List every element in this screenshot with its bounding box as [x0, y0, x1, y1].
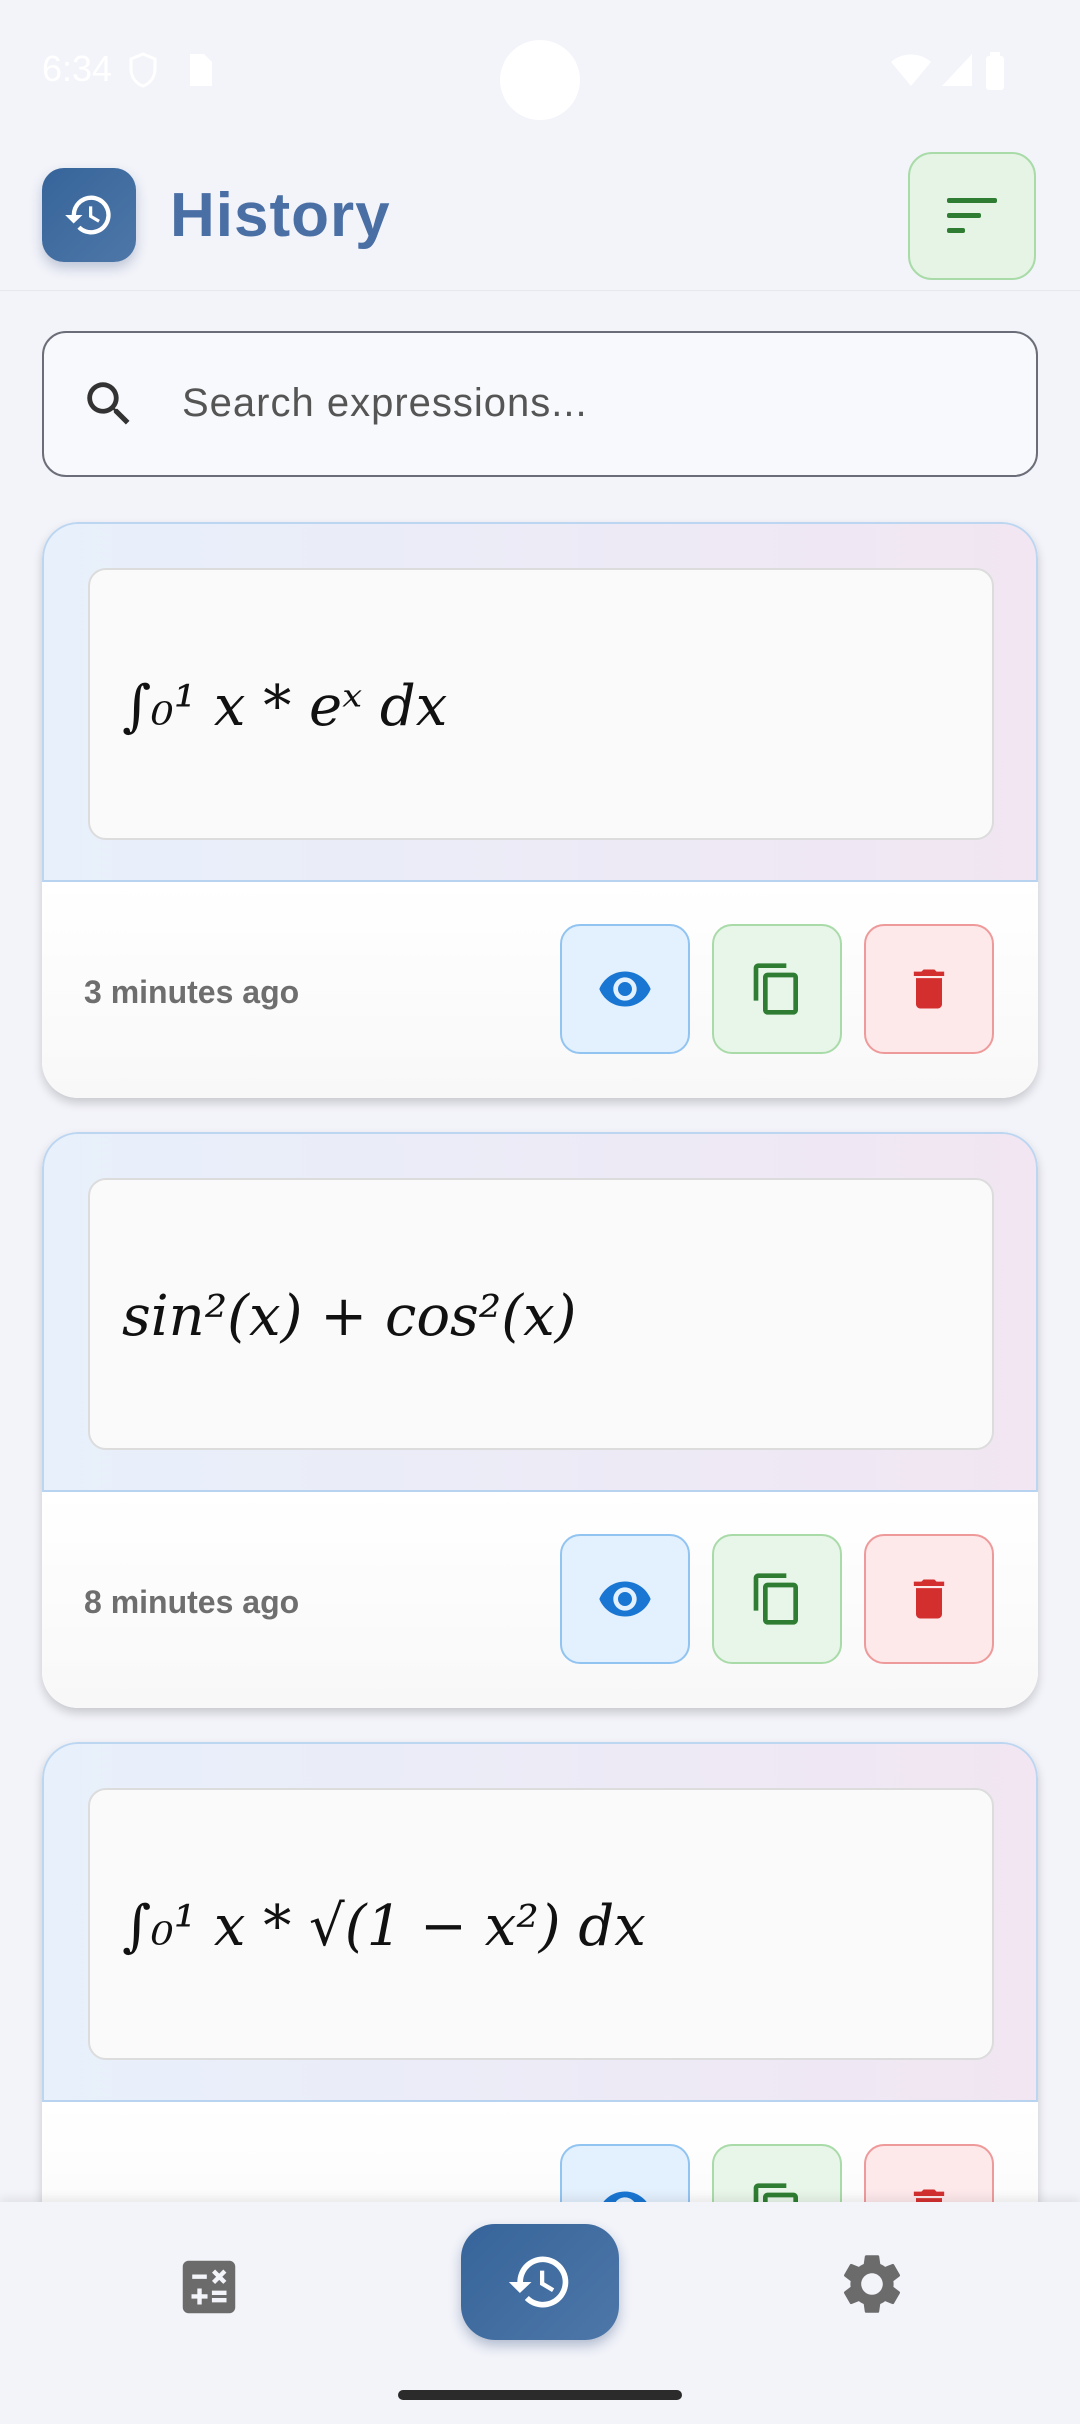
- delete-button[interactable]: [864, 924, 994, 1054]
- search-icon: [87, 382, 130, 425]
- copy-icon: [753, 1573, 798, 1625]
- expression: ∫₀¹ x * √(1 − x²) dx: [122, 1893, 646, 1959]
- search-input[interactable]: Search expressions...: [42, 331, 1038, 477]
- battery-icon: [986, 52, 1004, 90]
- trash-icon: [913, 1579, 945, 1619]
- search-placeholder: Search expressions...: [182, 381, 588, 425]
- history-card[interactable]: sin²(x) + cos²(x) 8 minutes ago: [42, 1132, 1038, 1708]
- gear-icon[interactable]: [836, 2248, 908, 2320]
- shield-icon: [129, 52, 157, 88]
- status-time: 6:34: [42, 48, 113, 89]
- page-title: History: [170, 181, 391, 250]
- expression: sin²(x) + cos²(x): [122, 1283, 577, 1349]
- sim-card-icon: [190, 54, 212, 86]
- copy-icon: [753, 963, 798, 1015]
- eye-icon: [599, 971, 651, 1007]
- app-logo: [42, 168, 136, 262]
- expression-box[interactable]: ∫₀¹ x * √(1 − x²) dx: [88, 1788, 994, 2060]
- eye-icon: [599, 1581, 651, 1617]
- signal-icon: [942, 54, 972, 86]
- sort-button[interactable]: [908, 152, 1036, 280]
- expression-box[interactable]: ∫₀¹ x * eˣ dx: [88, 568, 994, 840]
- history-card[interactable]: ∫₀¹ x * eˣ dx 3 minutes ago: [42, 522, 1038, 1098]
- timestamp: 8 minutes ago: [84, 1584, 300, 1620]
- history-icon: [508, 2256, 569, 2308]
- delete-button[interactable]: [864, 1534, 994, 1664]
- wifi-icon: [891, 54, 931, 86]
- sort-icon: [947, 198, 997, 233]
- app-header: History: [0, 140, 1080, 291]
- card-expression-area: ∫₀¹ x * eˣ dx: [42, 522, 1038, 882]
- history-icon: [65, 195, 111, 235]
- card-footer: 3 minutes ago: [42, 882, 1038, 1098]
- timestamp: 3 minutes ago: [84, 974, 300, 1010]
- trash-icon: [913, 969, 945, 1009]
- nav-history-button[interactable]: [461, 2224, 619, 2340]
- card-expression-area: sin²(x) + cos²(x): [42, 1132, 1038, 1492]
- home-indicator[interactable]: [398, 2390, 682, 2400]
- bottom-navigation: [0, 2202, 1080, 2424]
- calculator-icon[interactable]: [174, 2252, 244, 2322]
- camera-cutout: [500, 40, 580, 120]
- expression-box[interactable]: sin²(x) + cos²(x): [88, 1178, 994, 1450]
- expression: ∫₀¹ x * eˣ dx: [122, 673, 448, 739]
- view-button[interactable]: [560, 924, 690, 1054]
- card-expression-area: ∫₀¹ x * √(1 − x²) dx: [42, 1742, 1038, 2102]
- status-bar: 6:34: [0, 0, 1080, 140]
- view-button[interactable]: [560, 1534, 690, 1664]
- copy-button[interactable]: [712, 924, 842, 1054]
- copy-button[interactable]: [712, 1534, 842, 1664]
- card-footer: 8 minutes ago: [42, 1492, 1038, 1708]
